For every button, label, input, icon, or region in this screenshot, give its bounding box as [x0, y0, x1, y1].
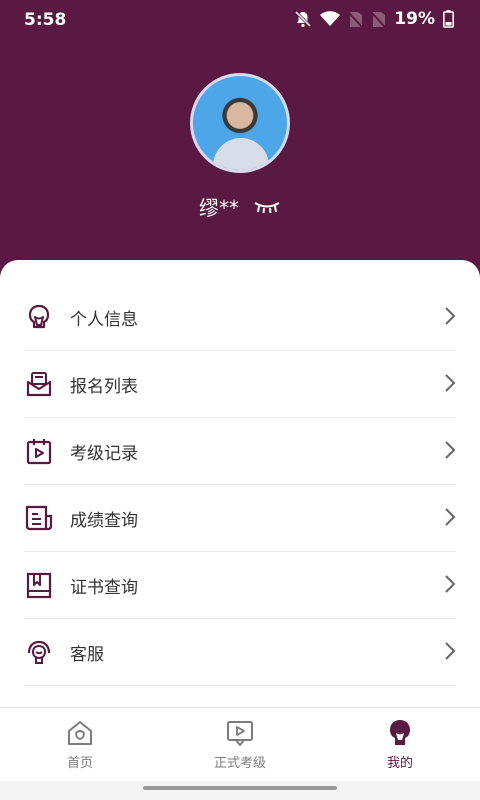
calendar-play-icon	[24, 436, 54, 466]
menu-item-label: 客服	[70, 644, 104, 665]
book-icon	[24, 570, 54, 600]
profile-header: 5:58 19% 缪**	[0, 0, 480, 300]
home-indicator[interactable]	[143, 786, 337, 790]
menu-item-exam-records[interactable]: 考级记录	[24, 418, 456, 485]
username: 缪**	[199, 196, 239, 220]
avatar[interactable]	[190, 73, 290, 173]
menu-item-label: 成绩查询	[70, 510, 138, 531]
person-icon	[390, 720, 410, 745]
chevron-right-icon	[445, 575, 456, 593]
no-signal-icon	[348, 11, 364, 28]
eye-closed-icon[interactable]	[253, 200, 281, 214]
bottom-tab-bar: 首页 正式考级 我的	[0, 707, 480, 781]
chevron-right-icon	[445, 642, 456, 660]
chevron-right-icon	[445, 508, 456, 526]
status-time: 5:58	[24, 10, 67, 30]
chevron-right-icon	[445, 307, 456, 325]
menu-item-personal-info[interactable]: 个人信息	[24, 284, 456, 351]
menu-list: 个人信息 报名列表 考级记录 成绩查询 证书查询 客服	[24, 284, 456, 686]
status-icons: 19%	[294, 9, 454, 29]
wifi-icon	[320, 11, 341, 26]
document-icon	[24, 503, 54, 533]
chevron-right-icon	[445, 374, 456, 392]
menu-item-label: 报名列表	[70, 376, 138, 397]
menu-item-certificate-query[interactable]: 证书查询	[24, 552, 456, 619]
tab-label: 我的	[386, 756, 413, 771]
menu-item-customer-service[interactable]: 客服	[24, 619, 456, 686]
tab-mine[interactable]: 我的	[320, 708, 480, 781]
tab-home[interactable]: 首页	[0, 708, 160, 781]
no-signal-icon	[371, 11, 387, 28]
envelope-icon	[24, 369, 54, 399]
chevron-right-icon	[445, 441, 456, 459]
menu-item-registration-list[interactable]: 报名列表	[24, 351, 456, 418]
person-icon	[24, 302, 54, 332]
tab-label: 正式考级	[213, 756, 266, 771]
menu-item-label: 证书查询	[70, 577, 138, 598]
menu-item-label: 个人信息	[70, 309, 138, 330]
menu-item-label: 考级记录	[70, 443, 138, 464]
menu-item-score-query[interactable]: 成绩查询	[24, 485, 456, 552]
tab-formal-exam[interactable]: 正式考级	[160, 708, 320, 781]
battery-percent: 19%	[394, 9, 435, 29]
username-row: 缪**	[0, 192, 480, 221]
bell-off-icon	[295, 10, 312, 28]
home-icon	[68, 721, 92, 745]
tab-label: 首页	[66, 756, 93, 771]
battery-icon	[443, 10, 454, 28]
menu-card: 个人信息 报名列表 考级记录 成绩查询 证书查询 客服	[0, 260, 480, 707]
status-bar: 5:58 19%	[0, 0, 480, 40]
play-screen-icon	[227, 721, 253, 746]
headset-icon	[24, 637, 54, 667]
